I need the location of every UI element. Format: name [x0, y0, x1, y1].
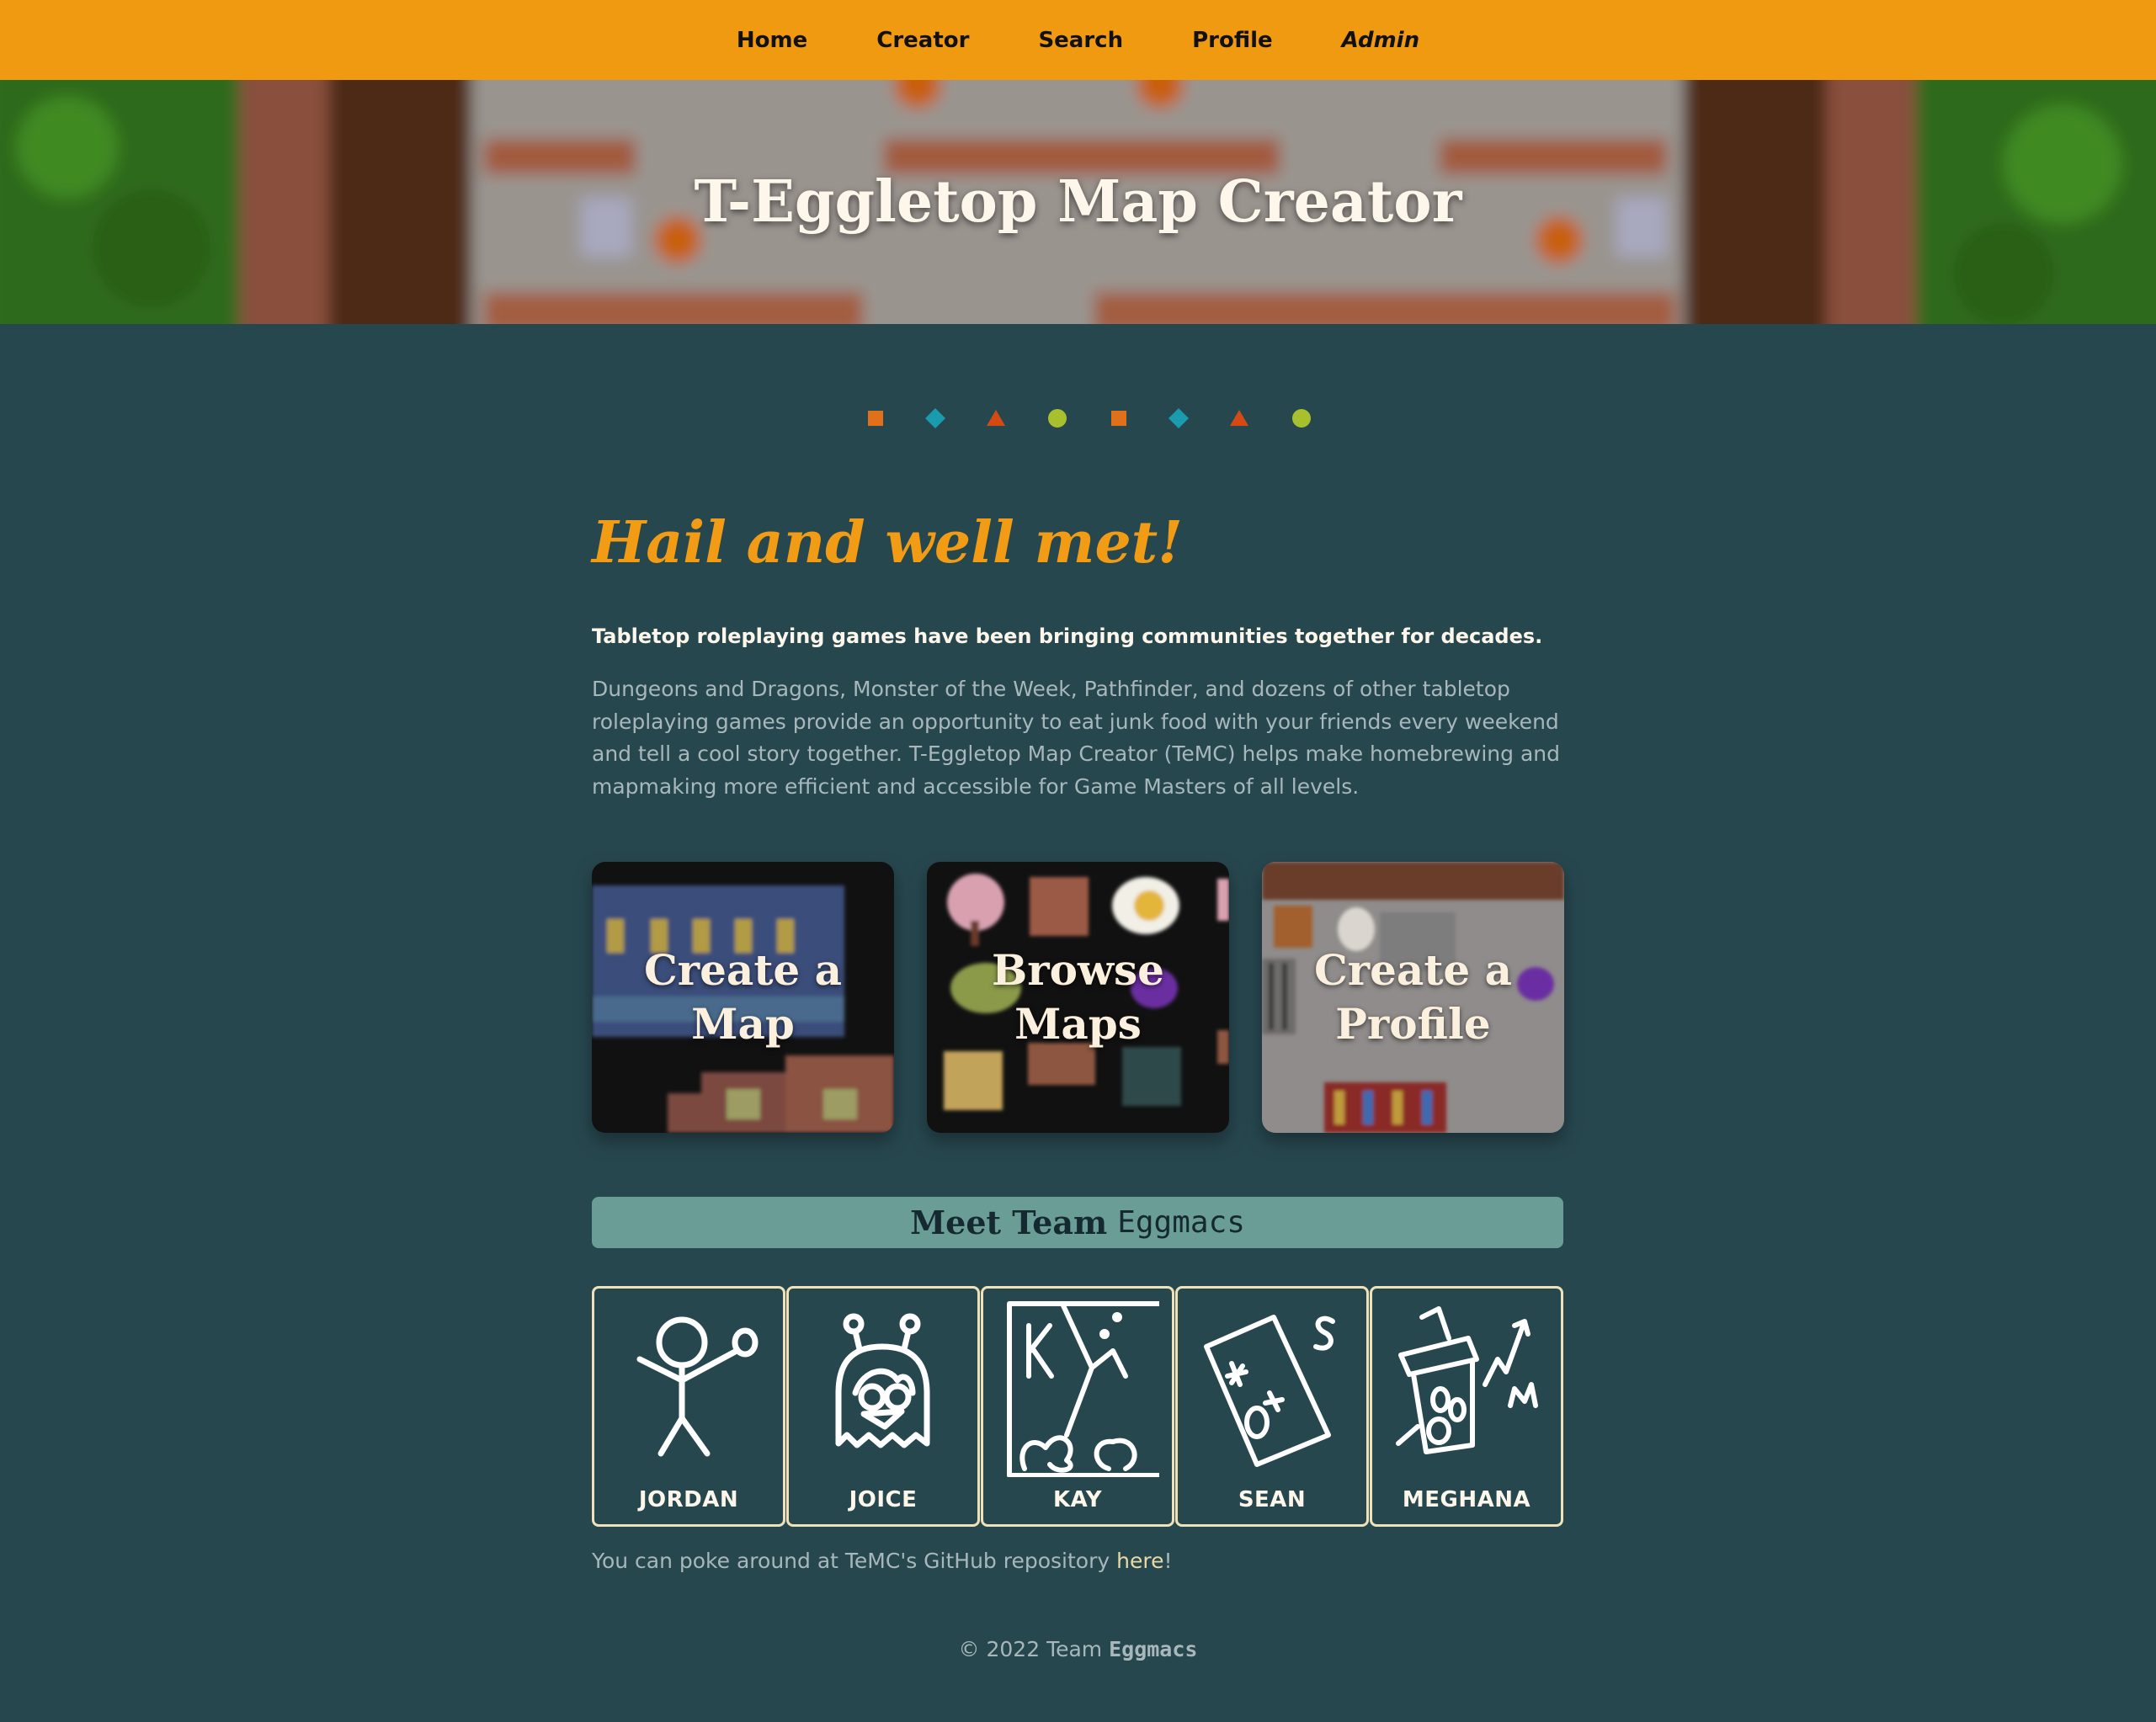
nav-search-link[interactable]: Search [1038, 28, 1123, 53]
main-content: Hail and well met! Tabletop roleplaying … [592, 497, 1564, 1573]
create-map-card-label: Create a Map [643, 945, 843, 1049]
footer-brand: Eggmacs [1109, 1637, 1198, 1661]
intro-body: Dungeons and Dragons, Monster of the Wee… [592, 677, 1560, 799]
repo-note: You can poke around at TeMC's GitHub rep… [592, 1549, 1172, 1573]
nav-creator-link[interactable]: Creator [876, 28, 969, 53]
team-heading-prefix: Meet Team [910, 1204, 1108, 1241]
team-member-sean[interactable]: SEAN [1175, 1286, 1369, 1527]
nav-home-link[interactable]: Home [737, 28, 807, 53]
decor-diamond-icon [1168, 408, 1189, 428]
feature-cards: Create a Map Browse Maps Create a Profil… [592, 862, 1564, 1133]
team-member-joice[interactable]: JOICE [786, 1286, 980, 1527]
create-profile-card-label: Create a Profile [1313, 945, 1513, 1049]
team-section-heading: Meet Team Eggmacs [592, 1197, 1563, 1248]
footer: © 2022 Team Eggmacs [0, 1637, 2156, 1661]
decor-diamond-icon [925, 408, 945, 428]
member-name: JOICE [849, 1487, 918, 1512]
decor-circle-icon [1048, 409, 1067, 428]
team-member-meghana[interactable]: MEGHANA [1370, 1286, 1563, 1527]
browse-maps-card[interactable]: Browse Maps [927, 862, 1229, 1133]
decor-triangle-icon [1230, 410, 1248, 426]
github-repo-link[interactable]: here [1116, 1549, 1163, 1573]
sean-avatar-drawing [1204, 1315, 1335, 1467]
member-name: MEGHANA [1402, 1487, 1531, 1512]
decorative-shape-row [0, 405, 2156, 432]
nav-profile-link[interactable]: Profile [1192, 28, 1273, 53]
nav-admin-link[interactable]: Admin [1342, 28, 1419, 53]
hero-banner: T-Eggletop Map Creator [0, 80, 2156, 324]
footer-copyright: © 2022 Team [958, 1637, 1103, 1661]
member-name: KAY [1052, 1487, 1103, 1512]
team-heading-brand: Eggmacs [1117, 1205, 1245, 1240]
kay-avatar-drawing [1007, 1301, 1159, 1477]
browse-maps-card-label: Browse Maps [992, 945, 1164, 1049]
team-member-kay[interactable]: KAY [981, 1286, 1174, 1527]
member-name: JORDAN [638, 1487, 739, 1512]
decor-circle-icon [1292, 409, 1311, 428]
decor-triangle-icon [987, 410, 1005, 426]
team-members: JORDAN JOICE KAY SEAN MEGHANA [592, 1286, 1563, 1527]
member-name: SEAN [1238, 1487, 1307, 1512]
create-map-card[interactable]: Create a Map [592, 862, 894, 1133]
repo-note-text: You can poke around at TeMC's GitHub rep… [592, 1549, 1117, 1573]
top-navbar: Home Creator Search Profile Admin [0, 0, 2156, 80]
hero-title: T-Eggletop Map Creator [694, 168, 1462, 236]
jordan-avatar-drawing [636, 1316, 759, 1457]
decor-square-icon [868, 411, 883, 426]
decor-square-icon [1111, 411, 1126, 426]
greeting-heading: Hail and well met! [592, 509, 1183, 577]
repo-note-suffix: ! [1163, 1549, 1173, 1573]
create-profile-card[interactable]: Create a Profile [1262, 862, 1564, 1133]
meghana-avatar-drawing [1396, 1306, 1538, 1454]
team-member-jordan[interactable]: JORDAN [592, 1286, 785, 1527]
joice-avatar-drawing [835, 1313, 930, 1448]
intro-lead: Tabletop roleplaying games have been bri… [592, 624, 1543, 648]
